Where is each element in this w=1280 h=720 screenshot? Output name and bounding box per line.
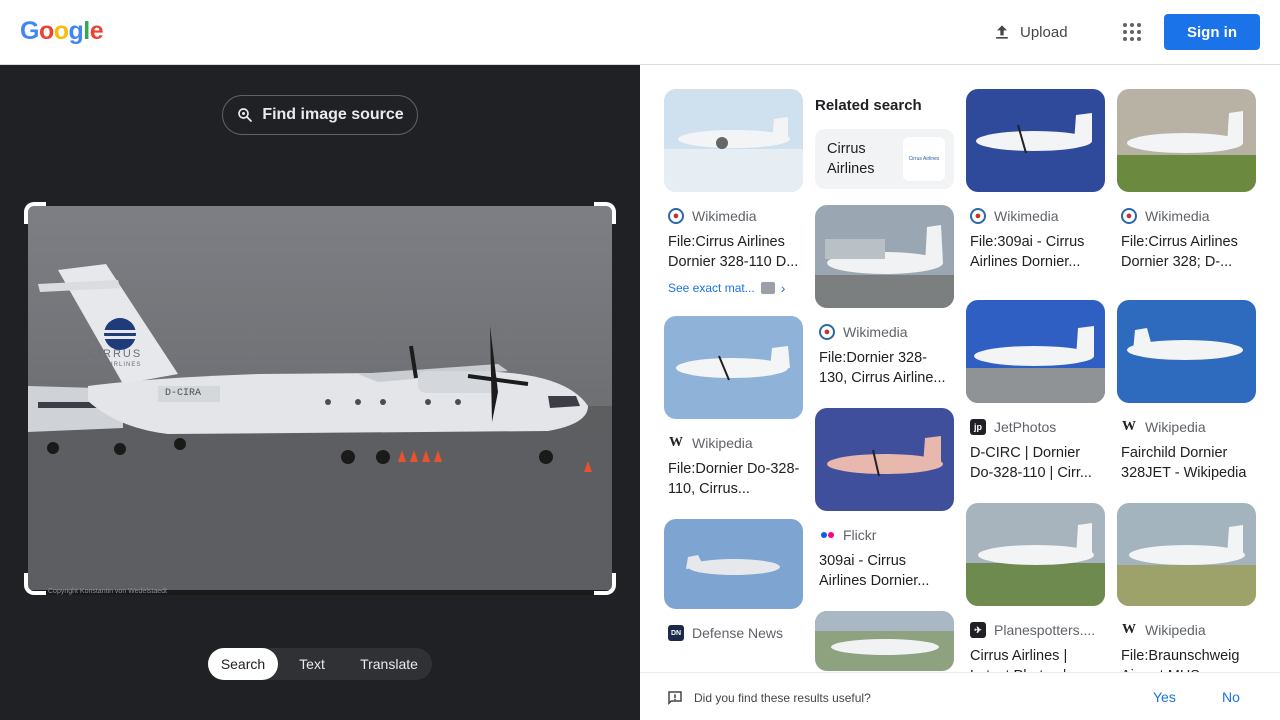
result-source: Flickr bbox=[815, 525, 954, 545]
result-thumbnail[interactable] bbox=[1117, 89, 1256, 192]
result-source: jp JetPhotos bbox=[966, 417, 1105, 437]
tab-text[interactable]: Text bbox=[278, 648, 346, 680]
result-card[interactable]: W Wikipedia File:Dornier Do-328-110, Cir… bbox=[664, 316, 803, 499]
related-search-heading: Related search bbox=[815, 97, 922, 114]
upload-icon bbox=[996, 25, 1008, 39]
result-thumbnail[interactable] bbox=[966, 89, 1105, 192]
result-source: ✈ Planespotters.... bbox=[966, 620, 1105, 640]
photo-copyright: Copyright Konstantin von Wedelstaedt bbox=[48, 588, 167, 595]
result-card[interactable]: W Wikipedia File:Braunschweig Airport MH… bbox=[1117, 503, 1256, 686]
feedback-icon bbox=[668, 691, 682, 706]
aircraft-photo bbox=[28, 206, 612, 595]
tail-logo-text: CIRRUS bbox=[88, 348, 143, 360]
defense-news-icon: DN bbox=[668, 625, 684, 641]
feedback-bar: Did you find these results useful? Yes N… bbox=[640, 672, 1280, 720]
result-title: File:Dornier 328-130, Cirrus Airline... bbox=[819, 350, 946, 386]
wikipedia-icon: W bbox=[1122, 419, 1136, 434]
result-thumbnail[interactable] bbox=[664, 519, 803, 609]
result-card[interactable]: ● Wikimedia File:309ai - Cirrus Airlines… bbox=[966, 89, 1105, 272]
image-icon bbox=[760, 282, 775, 294]
aircraft-registration: D-CIRA bbox=[165, 388, 202, 399]
crop-handle-top-left[interactable] bbox=[24, 202, 46, 224]
result-thumbnail[interactable] bbox=[1117, 300, 1256, 403]
result-card[interactable]: Flickr 309ai - Cirrus Airlines Dornier..… bbox=[815, 408, 954, 591]
apps-grid-icon[interactable] bbox=[1120, 20, 1144, 44]
results-column-4: ● Wikimedia File:Cirrus Airlines Dornier… bbox=[1117, 89, 1256, 706]
result-title: File:309ai - Cirrus Airlines Dornier... bbox=[970, 234, 1085, 270]
result-thumbnail[interactable] bbox=[815, 408, 954, 511]
tab-translate[interactable]: Translate bbox=[346, 648, 432, 680]
result-card[interactable]: ✈ Planespotters.... Cirrus Airlines | La… bbox=[966, 503, 1105, 686]
result-card[interactable]: ● Wikimedia File:Cirrus Airlines Dornier… bbox=[664, 89, 803, 296]
wikimedia-icon: ● bbox=[668, 208, 684, 224]
lens-image-panel: Find image source CIRRUS AIRLINES D-CIRA… bbox=[0, 65, 640, 720]
result-card[interactable]: ● Wikimedia File:Dornier 328-130, Cirrus… bbox=[815, 205, 954, 388]
jetphotos-icon: jp bbox=[970, 419, 986, 435]
result-source: ● Wikimedia bbox=[1117, 206, 1256, 226]
result-title: File:Dornier Do-328-110, Cirrus... bbox=[668, 461, 800, 497]
find-image-source-button[interactable]: Find image source bbox=[222, 95, 418, 135]
result-title: File:Cirrus Airlines Dornier 328-110 D..… bbox=[668, 234, 799, 270]
result-source: ● Wikimedia bbox=[815, 322, 954, 342]
upload-button[interactable]: Upload bbox=[992, 20, 1068, 44]
result-card[interactable]: ● Wikimedia File:Cirrus Airlines Dornier… bbox=[1117, 89, 1256, 272]
result-title: File:Cirrus Airlines Dornier 328; D-... bbox=[1121, 234, 1238, 270]
result-thumbnail[interactable] bbox=[664, 316, 803, 419]
results-panel: ● Wikimedia File:Cirrus Airlines Dornier… bbox=[640, 65, 1280, 720]
wikimedia-icon: ● bbox=[819, 324, 835, 340]
result-source: W Wikipedia bbox=[1122, 419, 1206, 435]
result-thumbnail[interactable] bbox=[815, 205, 954, 308]
wikimedia-icon: ● bbox=[1121, 208, 1137, 224]
mode-switcher: Search Text Translate bbox=[208, 648, 432, 680]
related-search-chip[interactable]: Cirrus Airlines Cirrus Airlines bbox=[815, 129, 954, 189]
chevron-right-icon: › bbox=[780, 280, 786, 296]
result-title: D-CIRC | Dornier Do-328-110 | Cirr... bbox=[970, 445, 1092, 481]
result-title: Fairchild Dornier 328JET - Wikipedia bbox=[1121, 445, 1247, 481]
top-bar: Google Upload Sign in bbox=[0, 0, 1280, 65]
wikimedia-icon: ● bbox=[970, 208, 986, 224]
result-title: 309ai - Cirrus Airlines Dornier... bbox=[819, 553, 930, 589]
result-source: ● Wikimedia bbox=[966, 206, 1105, 226]
results-column-1: ● Wikimedia File:Cirrus Airlines Dornier… bbox=[664, 89, 803, 663]
result-source: W Wikipedia bbox=[669, 435, 753, 451]
related-search-thumbnail: Cirrus Airlines bbox=[903, 137, 945, 181]
crop-handle-bottom-left[interactable] bbox=[24, 573, 46, 595]
result-thumbnail[interactable] bbox=[966, 300, 1105, 403]
lens-search-icon bbox=[238, 108, 253, 122]
feedback-no-button[interactable]: No bbox=[1222, 689, 1240, 705]
related-search-label: Cirrus Airlines bbox=[827, 141, 875, 177]
google-logo[interactable]: Google bbox=[20, 17, 104, 46]
sign-in-button[interactable]: Sign in bbox=[1164, 14, 1260, 50]
result-thumbnail[interactable] bbox=[1117, 503, 1256, 606]
tail-logo-subtext: AIRLINES bbox=[106, 362, 142, 368]
result-card[interactable]: DN Defense News bbox=[664, 519, 803, 643]
planespotters-icon: ✈ bbox=[970, 622, 986, 638]
wikipedia-icon: W bbox=[1122, 622, 1136, 637]
results-column-3: ● Wikimedia File:309ai - Cirrus Airlines… bbox=[966, 89, 1105, 706]
result-source: ● Wikimedia bbox=[664, 206, 803, 226]
see-exact-matches-link[interactable]: See exact mat... › bbox=[664, 280, 803, 296]
crop-handle-bottom-right[interactable] bbox=[594, 573, 616, 595]
result-card[interactable]: W Wikipedia Fairchild Dornier 328JET - W… bbox=[1117, 300, 1256, 483]
feedback-question: Did you find these results useful? bbox=[666, 689, 871, 707]
result-thumbnail[interactable] bbox=[664, 89, 803, 192]
feedback-yes-button[interactable]: Yes bbox=[1153, 689, 1176, 705]
query-photo[interactable]: CIRRUS AIRLINES D-CIRA Copyright Konstan… bbox=[28, 206, 612, 595]
result-thumbnail[interactable] bbox=[966, 503, 1105, 606]
result-card[interactable]: jp JetPhotos D-CIRC | Dornier Do-328-110… bbox=[966, 300, 1105, 483]
crop-handle-top-right[interactable] bbox=[594, 202, 616, 224]
flickr-icon bbox=[819, 527, 835, 543]
result-source: DN Defense News bbox=[664, 623, 803, 643]
result-thumbnail[interactable] bbox=[815, 611, 954, 671]
wikipedia-icon: W bbox=[669, 435, 683, 450]
tab-search[interactable]: Search bbox=[208, 648, 278, 680]
find-image-source-label: Find image source bbox=[262, 106, 404, 123]
upload-label: Upload bbox=[1020, 23, 1068, 41]
result-source: W Wikipedia bbox=[1122, 622, 1206, 638]
results-column-2: Related search Cirrus Airlines Cirrus Ai… bbox=[815, 89, 954, 671]
